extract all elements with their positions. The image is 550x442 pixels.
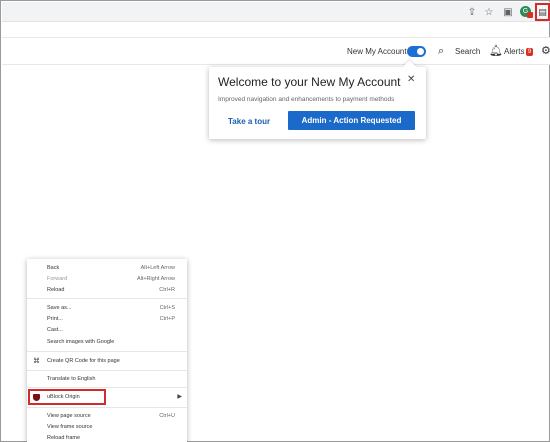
menu-item-back[interactable]: Back Alt+Left Arrow [27,263,187,273]
screenshot-frame: ⇪ ☆ ▣ G ▤ New My Account ⌕ Search 🔔︎ Ale… [0,0,550,442]
menu-item-label: Reload frame [47,435,81,441]
menu-divider [27,370,187,371]
menu-item-label: View frame source [47,424,93,430]
submenu-arrow-icon: ▶ [177,393,182,400]
new-my-account-toggle[interactable] [407,46,426,57]
close-icon[interactable]: ✕ [407,74,415,85]
menu-item-shortcut: Ctrl+S [159,305,175,311]
settings-icon[interactable]: ⚙ [541,44,550,57]
admin-action-button[interactable]: Admin - Action Requested [288,111,415,130]
menu-item-print[interactable]: Print... Ctrl+P [27,314,187,324]
menu-item-shortcut: Ctrl+U [159,413,175,419]
search-link[interactable]: Search [455,47,480,56]
menu-item-shortcut: Alt+Left Arrow [140,265,175,271]
star-icon[interactable]: ☆ [483,6,495,18]
menu-item-shortcut: Ctrl+P [159,316,175,322]
browser-toolbar: ⇪ ☆ ▣ G ▤ [2,2,550,22]
app-header: New My Account ⌕ Search 🔔︎ Alerts 9 ⚙ [2,37,550,65]
take-a-tour-link[interactable]: Take a tour [228,117,270,126]
menu-item-label: Back [47,265,60,271]
puzzle-icon[interactable]: ▣ [502,6,514,18]
menu-divider [27,351,187,352]
menu-item-translate[interactable]: Translate to English [27,374,187,384]
menu-item-label: Cast... [47,327,63,333]
extension-glyph-icon: ▤ [538,6,547,17]
menu-item-forward[interactable]: Forward Alt+Right Arrow [27,274,187,284]
search-icon[interactable]: ⌕ [438,44,444,58]
ublock-highlight-box [28,389,106,405]
new-my-account-label: New My Account [347,47,407,56]
menu-item-shortcut: Alt+Right Arrow [136,276,175,282]
alerts-count-badge: 9 [526,48,533,56]
menu-divider [27,407,187,408]
menu-item-label: Create QR Code for this page [47,358,120,364]
menu-item-view-frame-source[interactable]: View frame source [27,422,187,432]
bell-icon[interactable]: 🔔︎ [489,44,503,57]
menu-item-label: Reload [47,287,65,293]
popover-subtitle: Improved navigation and enhancements to … [218,96,395,103]
menu-item-reload-frame[interactable]: Reload frame [27,433,187,442]
menu-item-label: Print... [47,316,63,322]
menu-item-reload[interactable]: Reload Ctrl+R [27,285,187,295]
ublock-extension-icon[interactable]: ▤ [535,3,550,21]
menu-item-label: Translate to English [47,376,96,382]
context-menu: Back Alt+Left Arrow Forward Alt+Right Ar… [27,259,187,442]
qr-code-icon: ⌘ [33,357,40,365]
menu-item-label: Save as... [47,305,72,311]
menu-item-shortcut: Ctrl+R [159,287,175,293]
menu-item-search-images[interactable]: Search images with Google [27,337,187,347]
menu-item-view-source[interactable]: View page source Ctrl+U [27,411,187,421]
menu-item-cast[interactable]: Cast... [27,325,187,335]
menu-item-label: View page source [47,413,91,419]
menu-divider [27,298,187,299]
share-icon[interactable]: ⇪ [466,6,478,18]
menu-item-label: Search images with Google [47,339,115,345]
menu-item-qr-code[interactable]: ⌘ Create QR Code for this page [27,356,187,366]
popover-title: Welcome to your New My Account [218,75,401,89]
alerts-link[interactable]: Alerts [504,47,524,56]
menu-item-save-as[interactable]: Save as... Ctrl+S [27,303,187,313]
extension-badge-icon [527,12,533,18]
menu-divider [27,387,187,388]
welcome-popover: Welcome to your New My Account ✕ Improve… [209,60,426,139]
menu-item-label: Forward [47,276,68,282]
